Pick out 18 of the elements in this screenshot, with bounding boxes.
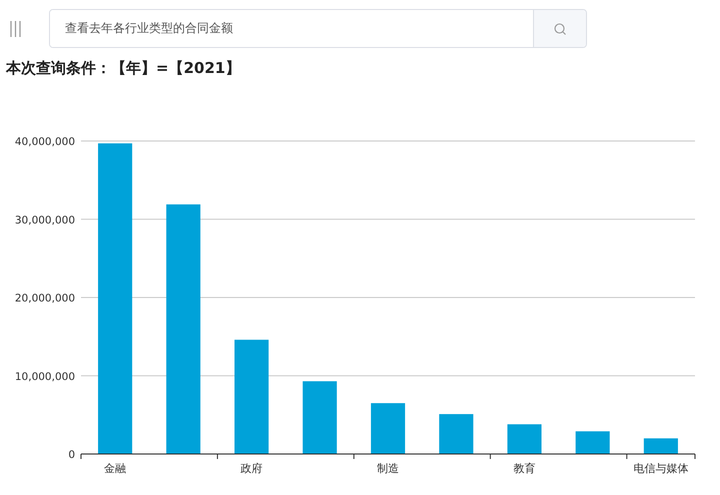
bar bbox=[507, 424, 542, 454]
menu-icon[interactable] bbox=[10, 20, 21, 36]
y-tick-label: 0 bbox=[68, 449, 75, 461]
bar bbox=[576, 431, 610, 454]
x-tick-label: 政府 bbox=[240, 462, 263, 475]
y-tick-label: 20,000,000 bbox=[14, 292, 75, 304]
bar bbox=[644, 438, 678, 454]
x-tick-label: 制造 bbox=[377, 462, 399, 475]
x-tick-label: 电信与媒体 bbox=[633, 462, 688, 475]
query-title: 本次查询条件：【年】=【2021】 bbox=[4, 58, 242, 78]
bar bbox=[439, 414, 474, 454]
x-tick-label: 金融 bbox=[104, 462, 126, 475]
y-tick-label: 10,000,000 bbox=[14, 370, 75, 383]
x-tick-label: 教育 bbox=[513, 462, 536, 475]
bar bbox=[370, 403, 406, 454]
y-tick-label: 40,000,000 bbox=[14, 136, 75, 148]
y-tick-label: 30,000,000 bbox=[14, 214, 75, 226]
search-icon bbox=[554, 22, 566, 34]
